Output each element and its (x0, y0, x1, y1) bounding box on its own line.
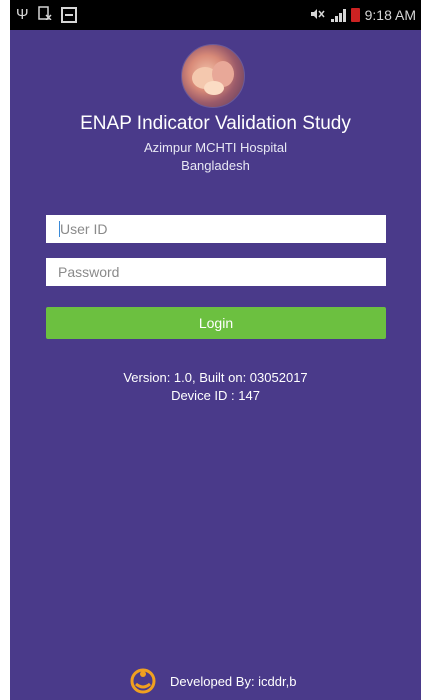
device-id-text: Device ID : 147 (171, 388, 260, 403)
country-name: Bangladesh (181, 158, 250, 173)
login-button[interactable]: Login (46, 307, 386, 339)
notification-icon (37, 6, 52, 23)
usb-icon: Ψ (16, 6, 29, 23)
version-text: Version: 1.0, Built on: 03052017 (123, 370, 308, 385)
status-left: Ψ (16, 6, 77, 23)
developer-credit: Developed By: icddr,b (170, 673, 297, 689)
app-screen: Ψ 9:18 AM ENAP Indicator Validation Stud… (10, 0, 421, 700)
mute-icon (310, 8, 326, 23)
status-bar: Ψ 9:18 AM (10, 0, 421, 30)
footer: Developed By: icddr,b (130, 668, 296, 694)
status-right: 9:18 AM (310, 7, 416, 23)
text-cursor (59, 221, 60, 237)
battery-icon (350, 8, 360, 22)
user-id-input[interactable] (46, 215, 386, 243)
image-icon (60, 6, 77, 23)
app-title: ENAP Indicator Validation Study (80, 113, 351, 134)
icddrb-logo-icon (130, 668, 156, 694)
password-input[interactable] (46, 258, 386, 286)
hospital-name: Azimpur MCHTI Hospital (143, 140, 288, 155)
app-logo (181, 44, 245, 108)
status-time: 9:18 AM (364, 7, 416, 23)
signal-icon (330, 8, 346, 22)
